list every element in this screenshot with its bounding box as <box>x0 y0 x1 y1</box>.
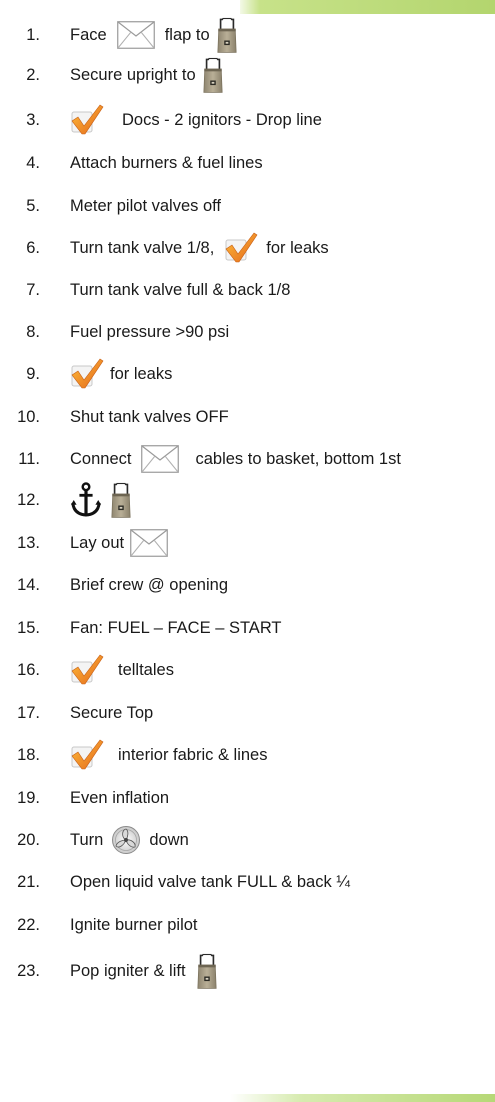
envelope-icon <box>141 445 179 473</box>
checklist-item-7: 7. Turn tank valve full & back 1/8 <box>0 271 495 309</box>
item-text: Fuel pressure >90 psi <box>70 322 230 341</box>
item-text: down <box>149 830 189 849</box>
checklist-item-14: 14. Brief crew @ opening <box>0 566 495 604</box>
item-number: 2. <box>26 65 40 84</box>
basket-icon <box>110 480 132 520</box>
item-text: Open liquid valve tank FULL & back ¼ <box>70 872 351 891</box>
checklist-item-8: 8. Fuel pressure >90 psi <box>0 313 495 351</box>
item-text: Connect <box>70 449 132 468</box>
item-number: 6. <box>26 238 40 257</box>
item-number: 8. <box>26 322 40 341</box>
item-number: 16. <box>17 660 40 679</box>
checkmark-icon <box>70 654 104 686</box>
item-text: Lay out <box>70 533 125 552</box>
item-text: Turn tank valve full & back 1/8 <box>70 280 291 299</box>
item-text: interior fabric & lines <box>118 745 268 764</box>
checklist-item-22: 22. Ignite burner pilot <box>0 906 495 944</box>
checklist-item-6: 6. Turn tank valve 1/8, for leaks <box>0 229 495 267</box>
item-text: cables to basket, bottom 1st <box>195 449 401 468</box>
item-text: for leaks <box>266 238 329 257</box>
footer-banner <box>0 1094 495 1102</box>
item-number: 17. <box>17 703 40 722</box>
item-text: Brief crew @ opening <box>70 575 228 594</box>
checkmark-icon <box>70 104 104 136</box>
item-number: 22. <box>17 915 40 934</box>
checklist-item-3: 3. Docs - 2 ignitors - Drop line <box>0 101 495 139</box>
checklist-item-16: 16. telltales <box>0 651 495 689</box>
checkmark-icon <box>224 232 258 264</box>
item-text: flap to <box>164 25 210 44</box>
anchor-icon <box>70 482 102 518</box>
fan-icon <box>111 825 141 855</box>
item-number: 23. <box>17 962 40 980</box>
item-number: 14. <box>17 575 40 594</box>
item-text: Turn tank valve 1/8, <box>70 238 215 257</box>
item-text: telltales <box>118 660 174 679</box>
item-number: 21. <box>17 872 40 891</box>
item-text: Docs - 2 ignitors - Drop line <box>122 110 322 129</box>
item-number: 3. <box>26 110 40 129</box>
checklist-item-5: 5. Meter pilot valves off <box>0 187 495 225</box>
item-number: 18. <box>17 745 40 764</box>
item-number: 7. <box>26 280 40 299</box>
item-number: 5. <box>26 196 40 215</box>
checklist-item-12: 12. <box>0 481 495 519</box>
checklist-item-23: 23. Pop igniter & lift <box>0 945 495 991</box>
item-number: 4. <box>26 153 40 172</box>
checklist-item-10: 10. Shut tank valves OFF <box>0 398 495 436</box>
item-text: Shut tank valves OFF <box>70 407 229 426</box>
basket-icon <box>202 55 224 95</box>
checklist-item-9: 9. for leaks <box>0 355 495 393</box>
checklist-item-15: 15. Fan: FUEL – FACE – START <box>0 609 495 647</box>
item-text: Secure Top <box>70 703 154 722</box>
envelope-icon <box>130 529 168 557</box>
envelope-icon <box>117 21 155 49</box>
checklist-item-19: 19. Even inflation <box>0 779 495 817</box>
checklist-item-18: 18. interior fabric & lines <box>0 736 495 774</box>
item-text: Meter pilot valves off <box>70 196 222 215</box>
item-number: 19. <box>17 788 40 807</box>
checklist-item-11: 11. Connect cables to basket, bottom 1st <box>0 440 495 478</box>
item-text: Attach burners & fuel lines <box>70 153 263 172</box>
checklist-item-4: 4. Attach burners & fuel lines <box>0 144 495 182</box>
checklist-item-21: 21. Open liquid valve tank FULL & back ¼ <box>0 863 495 901</box>
checklist-item-17: 17. Secure Top <box>0 694 495 732</box>
item-number: 10. <box>17 407 40 426</box>
item-text: for leaks <box>110 364 173 383</box>
item-text: Ignite burner pilot <box>70 915 198 934</box>
item-text: Fan: FUEL – FACE – START <box>70 618 282 637</box>
basket-icon <box>216 15 238 55</box>
checkmark-icon <box>70 739 104 771</box>
basket-icon <box>196 951 218 991</box>
checkmark-icon <box>70 358 104 390</box>
header-banner <box>0 0 495 14</box>
checklist-item-20: 20. Turn down <box>0 821 495 859</box>
item-number: 13. <box>17 533 40 552</box>
checklist-item-13: 13. Lay out <box>0 524 495 562</box>
item-text: Even inflation <box>70 788 170 807</box>
header-tab <box>0 0 240 14</box>
item-number: 9. <box>26 364 40 383</box>
item-text: Turn <box>70 830 104 849</box>
item-number: 11. <box>18 449 40 468</box>
item-number: 1. <box>26 25 40 44</box>
item-number: 20. <box>17 830 40 849</box>
item-number: 15. <box>17 618 40 637</box>
item-text: Face <box>70 25 107 44</box>
checklist-item-1: 1. Face flap to <box>0 16 495 54</box>
item-text: Secure upright to <box>70 65 196 84</box>
item-text: Pop igniter & lift <box>70 962 186 980</box>
item-number: 12. <box>17 490 40 509</box>
checklist-item-2: 2. Secure upright to <box>0 56 495 94</box>
